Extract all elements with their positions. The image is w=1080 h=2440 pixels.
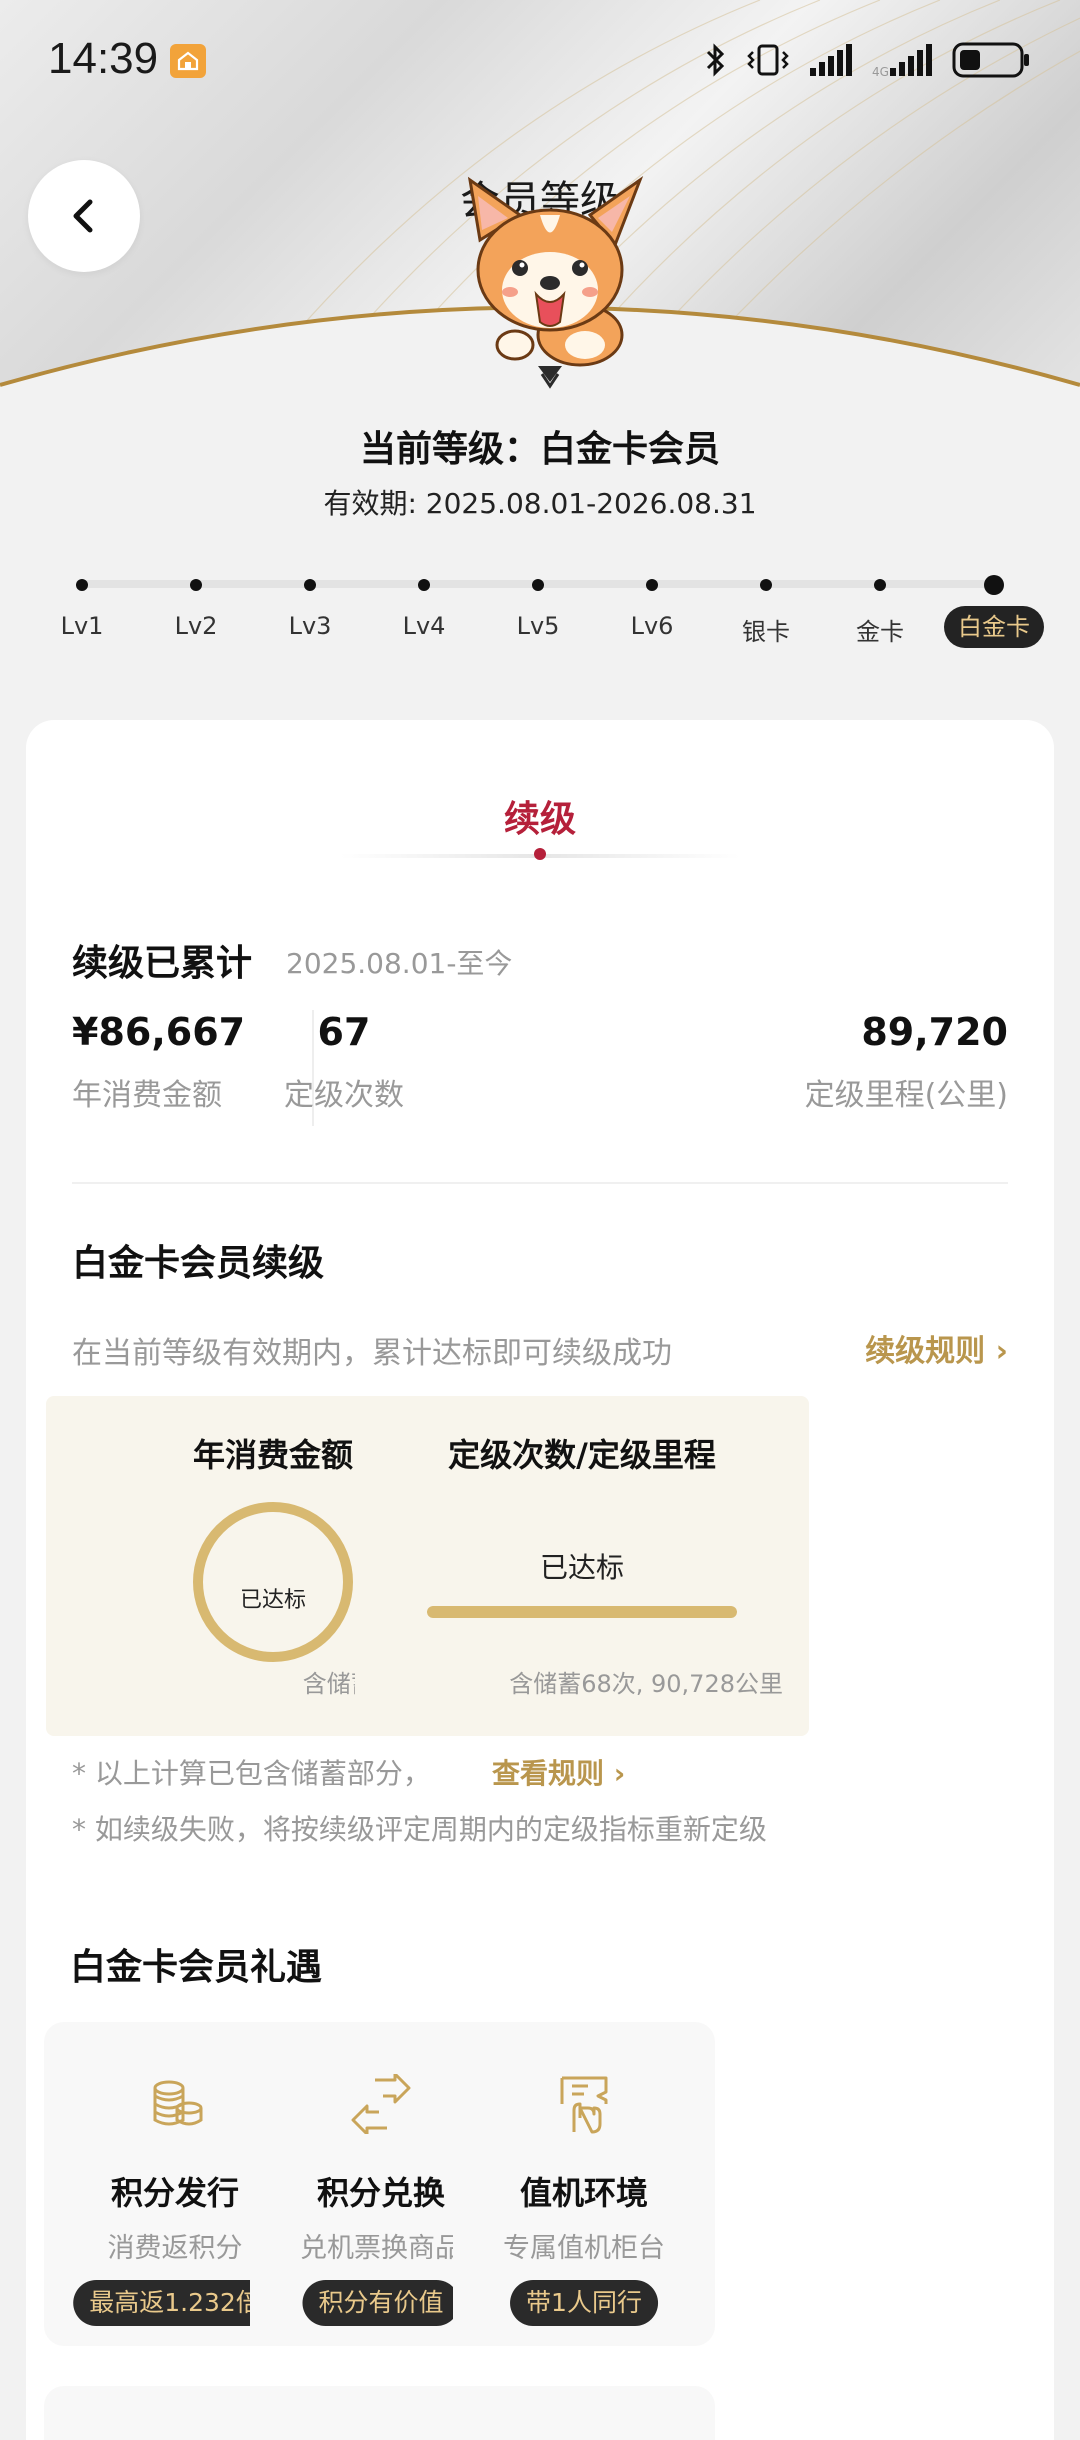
benefit-tag: 积分有价值 [302,2280,460,2326]
footnote-failure: * 如续级失败，将按续级评定周期内的定级指标重新定级 [72,1813,767,1846]
benefits-title: 白金卡会员礼遇 [70,1947,323,1988]
stat-caption: 定级里程(公里) [804,1078,1008,1113]
level-label: Lv1 [60,612,104,640]
vibrate-icon [747,44,789,76]
benefit-card-partial[interactable] [453,2386,715,2440]
stat-mileage: 89,720 定级里程(公里) [805,1010,1008,1114]
svg-text:4G: 4G [872,65,889,79]
stat-value: 89,720 [861,1010,1008,1054]
status-icons: 4G [704,38,1032,82]
level-label: 金卡 [856,618,904,646]
renewal-card: 续级 续级已累计 2025.08.01-至今 ¥86,667 年消费金额 67 … [26,720,1054,2440]
level-label: 银卡 [742,618,790,646]
level-label: Lv2 [174,612,218,640]
signal-icon: 4G [872,44,932,79]
level-label: Lv4 [402,612,446,640]
coins-icon [153,2080,203,2126]
progress-bar-fill [427,1606,737,1618]
level-item[interactable]: 银卡 [701,566,831,646]
stat-caption: 定级次数 [284,1078,404,1113]
tab-active-indicator [534,848,546,860]
stat-annual-spend: ¥86,667 年消费金额 [72,1010,245,1114]
signal-icon [810,44,852,76]
stat-value: 67 [317,1010,371,1054]
validity-period: 有效期: 2025.08.01-2026.08.31 [323,487,757,520]
bluetooth-icon [706,43,725,77]
level-item[interactable]: 金卡 [815,566,945,646]
current-level-title: 当前等级：白金卡会员 [359,429,720,470]
level-item[interactable]: Lv1 [17,566,147,646]
stat-value: ¥86,667 [72,1010,246,1054]
status-bar: 14:39 4G [0,0,1080,120]
progress-bar [427,1606,737,1618]
tab-renewal[interactable]: 续级 [26,790,1054,842]
box-status: 已达标 [539,1551,624,1584]
level-item[interactable]: Lv4 [359,566,489,646]
accumulated-period: 2025.08.01-至今 [286,947,513,980]
accumulated-title: 续级已累计 [72,943,253,984]
benefit-tag: 最高返1.232倍 [73,2280,277,2326]
home-icon [170,44,206,78]
rating-mileage-box: 定级次数/定级里程 已达标 含储蓄68次, 90,728公里 [355,1396,809,1736]
box-note: 含储蓄68次, 90,728公里 [509,1670,783,1698]
stat-caption: 年消费金额 [72,1078,222,1113]
ticket-hand-icon [560,2076,608,2134]
level-label: Lv3 [288,612,332,640]
box-title: 定级次数/定级里程 [448,1436,716,1474]
progress-ring: 已达标 [193,1502,353,1662]
level-dot [418,579,430,591]
status-time: 14:39 [48,34,159,83]
level-item[interactable]: Lv5 [473,566,603,646]
level-dot [304,579,316,591]
level-dot [760,579,772,591]
level-label: 白金卡 [944,606,1044,648]
level-item[interactable]: 白金卡 [929,566,1059,648]
level-dot [874,579,886,591]
battery-icon [952,42,1029,78]
level-dot [984,575,1004,595]
level-label: Lv5 [516,612,560,640]
footnote-included: * 以上计算已包含储蓄部分， [72,1757,431,1790]
section-divider [72,1182,1008,1184]
renewal-title: 白金卡会员续级 [72,1243,325,1284]
renewal-description: 在当前等级有效期内，累计达标即可续级成功 [72,1336,672,1371]
corgi-mascot [467,175,644,389]
level-dot [532,579,544,591]
stat-rating-count: 67 定级次数 [244,1010,444,1114]
benefit-card-checkin[interactable]: 值机环境 专属值机柜台 带1人同行 [453,2022,715,2346]
level-dot [76,579,88,591]
benefit-name: 值机环境 [519,2174,648,2212]
level-dot [190,579,202,591]
level-label: Lv6 [630,612,674,640]
level-item[interactable]: Lv6 [587,566,717,646]
ring-status: 已达标 [239,1588,306,1613]
exchange-arrows-icon [351,2074,411,2134]
view-rules-link[interactable]: 查看规则 › [492,1752,625,1792]
benefit-tag: 带1人同行 [510,2280,658,2326]
level-item[interactable]: Lv3 [245,566,375,646]
level-item[interactable]: Lv2 [131,566,261,646]
renewal-rules-link[interactable]: 续级规则 › [865,1326,1008,1370]
benefit-desc: 专属值机柜台 [503,2233,665,2264]
level-dot [646,579,658,591]
